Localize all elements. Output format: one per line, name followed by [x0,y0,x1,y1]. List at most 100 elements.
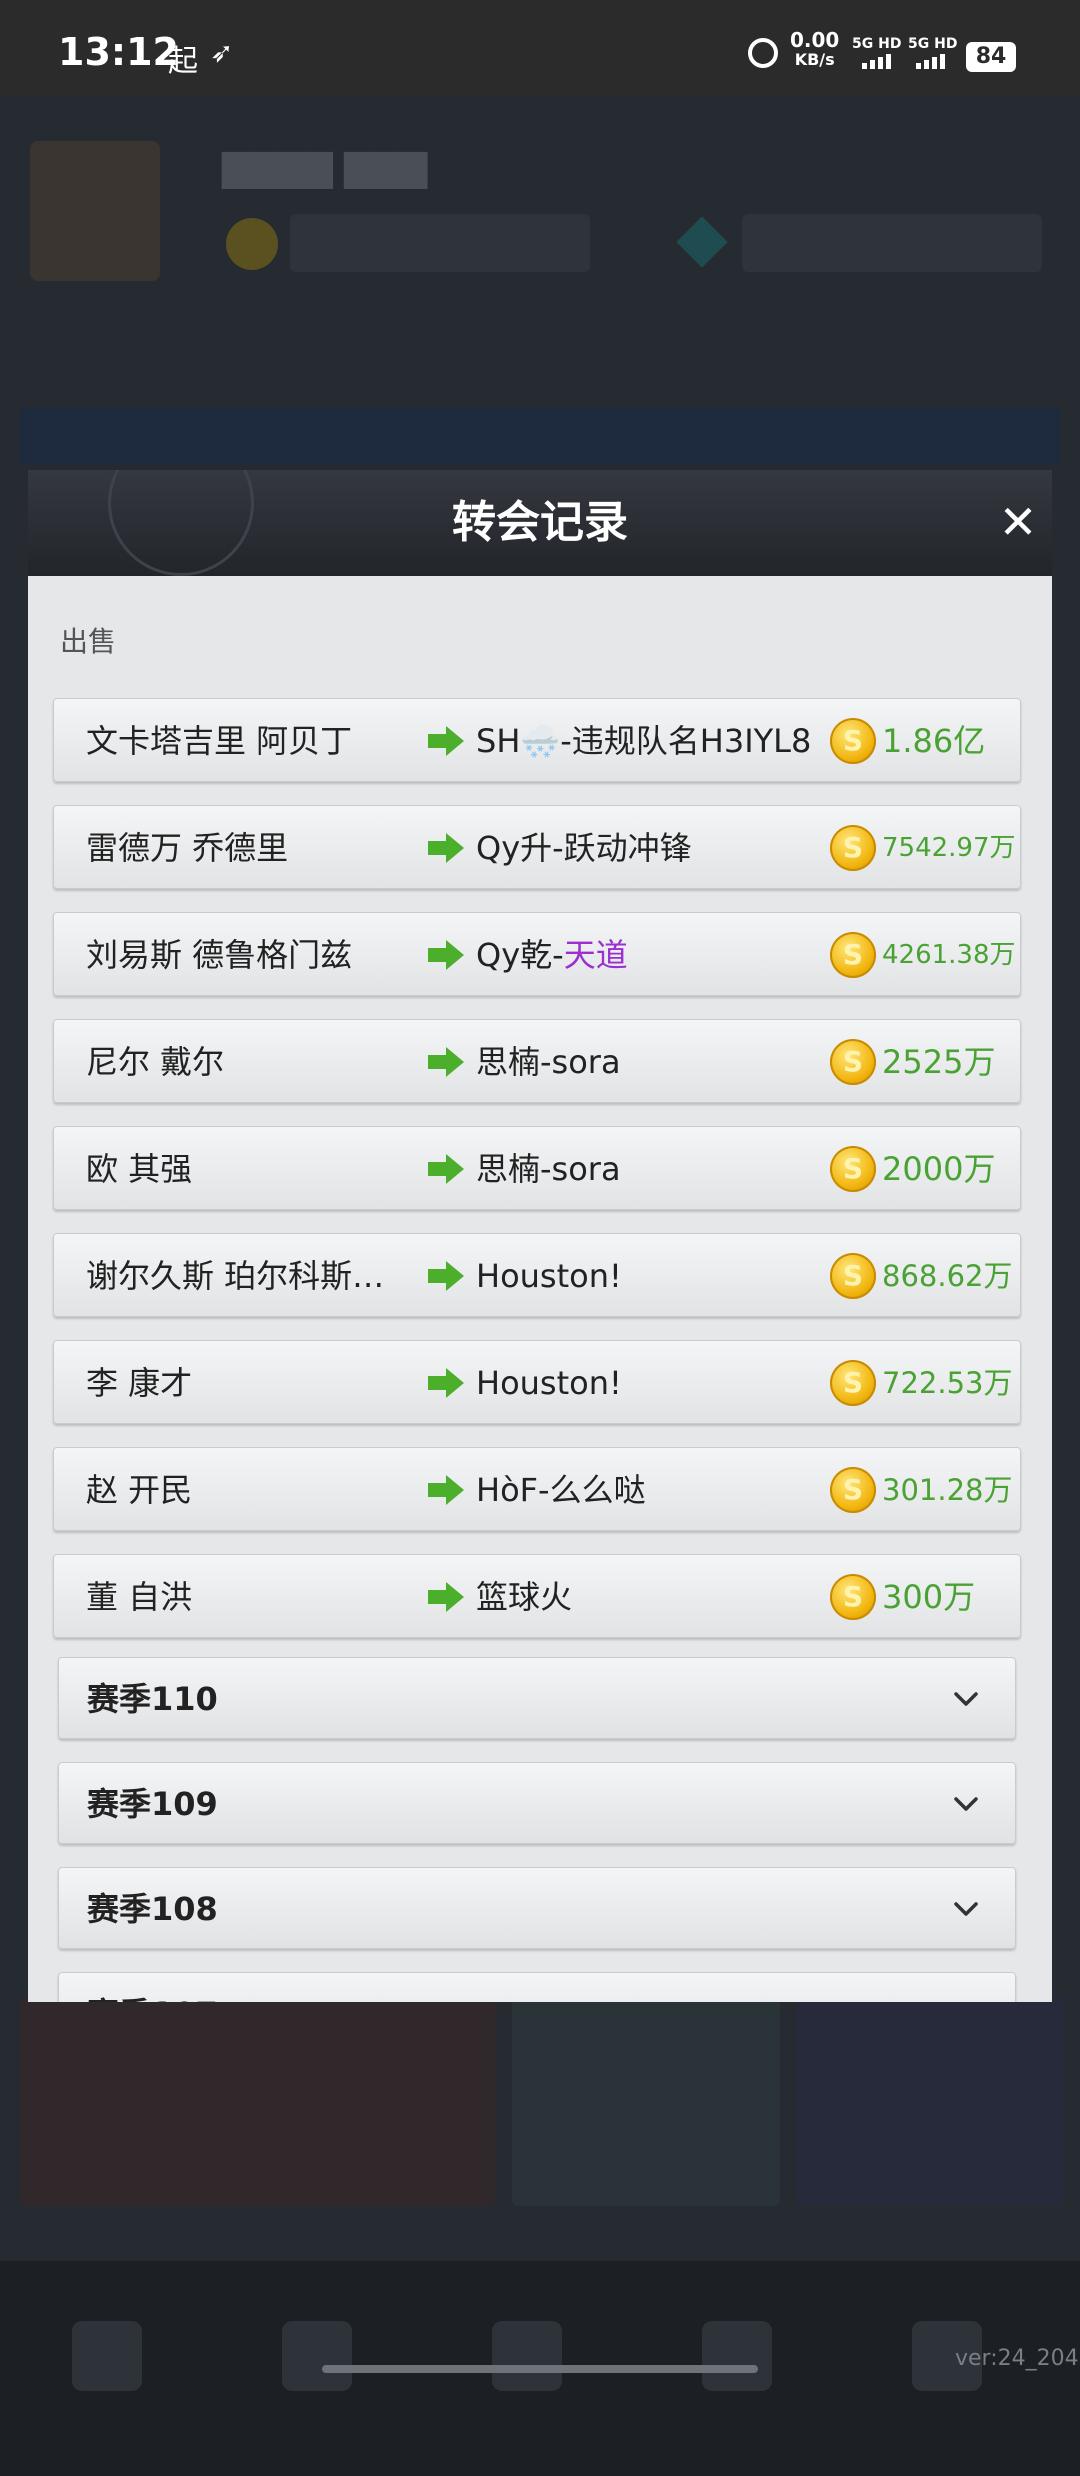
status-time: 13:12 [58,30,179,74]
arrow-right-icon [428,1582,464,1612]
chevron-down-icon[interactable] [949,1997,983,2002]
sale-row: 赵 开民 HòF-么么哒 301.28万 [53,1447,1021,1531]
sale-row: 文卡塔吉里 阿贝丁 SH🌨️-违规队名H3IYL8 1.86亿 [53,698,1021,782]
buyer-team: Qy升-跃动冲锋 [476,806,692,890]
season-accordion[interactable]: 赛季107 [58,1972,1016,2002]
tab-icon [282,2321,352,2391]
background-team-name: ▇▇▇▇ ▇▇▇ [222,148,428,189]
buyer-team-name: 篮球火 [476,1578,573,1616]
player-name: 李 康才 [86,1364,193,1402]
sale-row: 雷德万 乔德里 Qy升-跃动冲锋 7542.97万 [53,805,1021,889]
signal-icon [916,54,945,69]
dialog-header: 转会记录 ✕ [28,470,1052,576]
network-speed-unit: KB/s [794,50,835,69]
coin-icon [830,1146,876,1192]
alarm-icon [748,38,778,68]
coin-balance-pill [290,214,590,272]
coin-icon [830,1574,876,1620]
buyer-team: Qy乾-天道 [476,913,628,997]
arrow-right-icon [428,940,464,970]
gem-balance-pill [742,214,1042,272]
sale-price: 1.86亿 [882,722,986,760]
chevron-down-icon[interactable] [949,1682,983,1716]
chevron-down-icon[interactable] [949,1892,983,1926]
buyer-team-name: 思楠-sora [476,1150,621,1188]
season-accordion[interactable]: 赛季110 [58,1657,1016,1739]
buyer-team-name: HòF-么么哒 [476,1471,646,1509]
sale-price: 2000万 [882,1150,996,1188]
sale-price: 722.53万 [882,1366,1013,1400]
arrow-right-icon [428,726,464,756]
sale-list: 文卡塔吉里 阿贝丁 SH🌨️-违规队名H3IYL8 1.86亿雷德万 乔德里 Qy升-… [53,698,1021,1661]
background-cards [0,1996,1080,2216]
sale-price: 4261.38万 [882,940,1016,970]
sale-price: 868.62万 [882,1259,1013,1293]
player-name: 赵 开民 [86,1471,193,1509]
close-icon[interactable]: ✕ [992,496,1044,548]
arrow-right-icon [428,833,464,863]
coin-icon [830,1360,876,1406]
season-title: 赛季107 [87,1973,218,2002]
season-title: 赛季110 [87,1680,218,1718]
player-name: 谢尔久斯 珀尔科斯… [86,1257,385,1295]
player-name: 雷德万 乔德里 [86,829,289,867]
status-bar: 13:12 起 ➶ 0.00 KB/s 5G HD 5G HD 84 [0,0,1080,96]
arrow-right-icon [428,1154,464,1184]
buyer-team: Houston! [476,1234,622,1318]
season-title: 赛季109 [87,1785,218,1823]
section-label-sale: 出售 [60,625,117,658]
buyer-team: 思楠-sora [476,1127,621,1211]
player-name: 董 自洪 [86,1578,193,1616]
season-accordion[interactable]: 赛季108 [58,1867,1016,1949]
sale-row: 欧 其强 思楠-sora 2000万 [53,1126,1021,1210]
sale-row: 尼尔 戴尔 思楠-sora 2525万 [53,1019,1021,1103]
buyer-team: HòF-么么哒 [476,1448,646,1532]
dialog-title: 转会记录 [452,497,628,548]
sale-row: 李 康才 Houston! 722.53万 [53,1340,1021,1424]
buyer-team-name: SH🌨️-违规队名H3IYL8 [476,722,812,760]
coin-icon [830,1467,876,1513]
coin-icon [226,218,278,270]
buyer-team: 思楠-sora [476,1020,621,1104]
coin-icon [830,718,876,764]
arrow-right-icon [428,1047,464,1077]
status-app-icon: 起 [168,44,198,79]
status-notification-icon: ➶ [210,36,234,69]
sale-price: 300万 [882,1578,976,1616]
tab-icon [702,2321,772,2391]
gem-icon [676,216,728,268]
sale-price: 2525万 [882,1043,996,1081]
player-name: 欧 其强 [86,1150,193,1188]
chevron-down-icon[interactable] [949,1787,983,1821]
network-speed-value: 0.00 [790,28,840,52]
coin-icon [830,1039,876,1085]
home-indicator[interactable] [322,2365,758,2373]
player-name: 尼尔 戴尔 [86,1043,225,1081]
sale-row: 董 自洪 篮球火 300万 [53,1554,1021,1638]
season-list: 赛季110 赛季109 赛季108 赛季107 [58,1657,1018,2002]
avatar [30,141,160,281]
network-speed: 0.00 KB/s [790,30,839,70]
battery-icon: 84 [966,42,1016,72]
arrow-right-icon [428,1261,464,1291]
season-accordion[interactable]: 赛季109 [58,1762,1016,1844]
buyer-team-name: Houston! [476,1257,622,1295]
version-label: ver:24_2049 [955,2346,1080,2371]
buyer-team: Houston! [476,1341,622,1425]
tab-icon [492,2321,562,2391]
background-card [512,1996,780,2206]
sim1-label: 5G HD [852,36,902,52]
sim2-label: 5G HD [908,36,958,52]
arrow-right-icon [428,1368,464,1398]
buyer-team: SH🌨️-违规队名H3IYL8 [476,699,811,783]
buyer-team-name: Qy乾- [476,936,564,974]
coin-icon [830,932,876,978]
buyer-team-name: Qy升-跃动冲锋 [476,829,692,867]
buyer-team-name: 思楠-sora [476,1043,621,1081]
arrow-right-icon [428,1475,464,1505]
background-banner [20,408,1060,464]
signal-icon [862,54,891,69]
sale-price: 7542.97万 [882,833,1016,863]
sale-price: 301.28万 [882,1473,1013,1507]
background-card [796,1996,1064,2206]
